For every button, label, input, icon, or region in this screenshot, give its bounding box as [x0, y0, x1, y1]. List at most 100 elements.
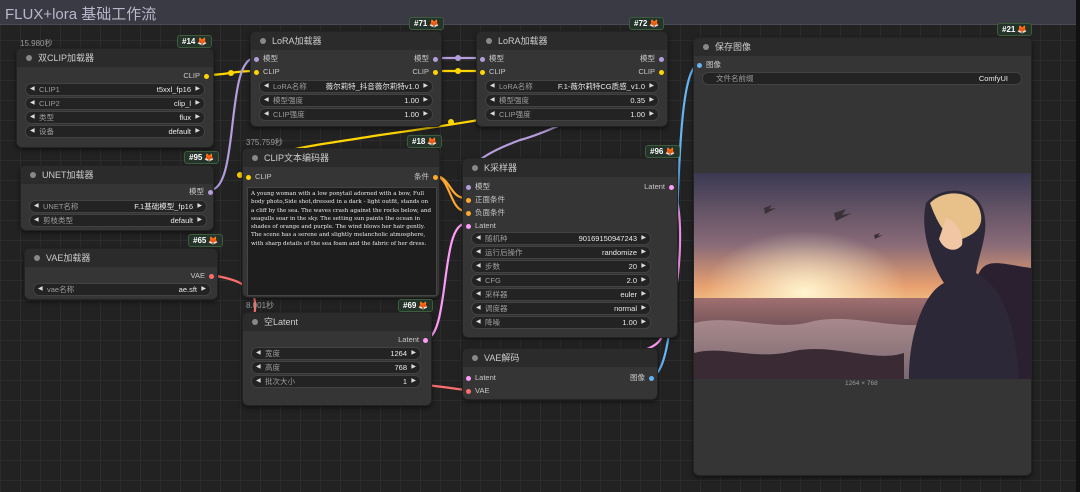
widget-type[interactable]: ◀ 类型 flux ▶ — [25, 111, 205, 124]
widget-model-strength[interactable]: ◀ 模型强度 0.35 ▶ — [485, 94, 659, 107]
arrow-right-icon[interactable]: ▶ — [641, 303, 646, 314]
node-title[interactable]: 空Latent — [243, 313, 431, 331]
input-clip[interactable]: CLIP — [246, 172, 272, 182]
arrow-left-icon[interactable]: ◀ — [490, 95, 495, 106]
slot-dot[interactable] — [433, 69, 438, 75]
slot-dot[interactable] — [697, 62, 702, 68]
node-save-image[interactable]: 保存图像 图像 文件名前缀 ComfyUI 1264 × 768 — [693, 37, 1032, 476]
slot-dot[interactable] — [659, 56, 664, 62]
slot-dot[interactable] — [466, 197, 471, 203]
arrow-left-icon[interactable]: ◀ — [256, 348, 261, 359]
node-vae-decode[interactable]: VAE解码 Latent VAE 图像 — [462, 348, 658, 400]
widget-width[interactable]: ◀ 宽度 1264 ▶ — [251, 347, 421, 360]
node-lora-loader-1[interactable]: LoRA加载器 模型 CLIP 模型 CLIP ◀ LoRA名称 薇尔莉特_抖音薇尔… — [250, 31, 442, 127]
node-title[interactable]: 保存图像 — [694, 38, 1031, 56]
input-negative[interactable]: 负面条件 — [466, 208, 505, 218]
arrow-left-icon[interactable]: ◀ — [490, 81, 495, 92]
prompt-textarea[interactable]: A young woman with a low ponytail adorne… — [247, 187, 437, 296]
output-latent[interactable]: Latent — [398, 335, 428, 345]
slot-dot[interactable] — [659, 69, 664, 75]
input-model[interactable]: 模型 — [480, 54, 504, 64]
widget-device[interactable]: ◀ 设备 default ▶ — [25, 125, 205, 138]
output-conditioning[interactable]: 条件 — [414, 172, 438, 182]
arrow-right-icon[interactable]: ▶ — [641, 261, 646, 272]
arrow-left-icon[interactable]: ◀ — [476, 289, 481, 300]
arrow-right-icon[interactable]: ▶ — [411, 362, 416, 373]
slot-dot[interactable] — [433, 174, 438, 180]
node-clip-text-encoder[interactable]: CLIP文本编码器 CLIP 条件 A young woman with a l… — [242, 148, 440, 298]
widget-clip-strength[interactable]: ◀ CLIP强度 1.00 ▶ — [485, 108, 659, 121]
widget-batch-size[interactable]: ◀ 批次大小 1 ▶ — [251, 375, 421, 388]
arrow-right-icon[interactable]: ▶ — [649, 109, 654, 120]
widget-clip-strength[interactable]: ◀ CLIP强度 1.00 ▶ — [259, 108, 433, 121]
output-latent[interactable]: Latent — [644, 182, 674, 192]
arrow-left-icon[interactable]: ◀ — [476, 303, 481, 314]
widget-model-strength[interactable]: ◀ 模型强度 1.00 ▶ — [259, 94, 433, 107]
node-title[interactable]: UNET加载器 — [21, 166, 213, 184]
arrow-left-icon[interactable]: ◀ — [476, 247, 481, 258]
slot-dot[interactable] — [466, 223, 471, 229]
collapse-dot[interactable] — [252, 319, 258, 325]
arrow-right-icon[interactable]: ▶ — [411, 376, 416, 387]
node-title[interactable]: LoRA加载器 — [477, 32, 667, 50]
input-latent[interactable]: Latent — [466, 373, 496, 383]
node-dualclip-loader[interactable]: 双CLIP加载器 CLIP ◀ CLIP1 t5xxl_fp16 ▶ ◀ CLIP2 cl… — [16, 48, 214, 148]
output-model[interactable]: 模型 — [640, 54, 664, 64]
arrow-right-icon[interactable]: ▶ — [195, 84, 200, 95]
collapse-dot[interactable] — [252, 155, 258, 161]
arrow-right-icon[interactable]: ▶ — [641, 247, 646, 258]
widget-sampler[interactable]: ◀ 采样器 euler ▶ — [471, 288, 651, 301]
arrow-left-icon[interactable]: ◀ — [256, 362, 261, 373]
arrow-left-icon[interactable]: ◀ — [476, 233, 481, 244]
arrow-left-icon[interactable]: ◀ — [264, 95, 269, 106]
widget-filename-prefix[interactable]: 文件名前缀 ComfyUI — [702, 72, 1022, 85]
arrow-left-icon[interactable]: ◀ — [30, 112, 35, 123]
slot-dot[interactable] — [649, 375, 654, 381]
node-lora-loader-2[interactable]: LoRA加载器 模型 CLIP 模型 CLIP ◀ LoRA名称 F.1-薇尔莉特C… — [476, 31, 668, 127]
arrow-left-icon[interactable]: ◀ — [490, 109, 495, 120]
arrow-right-icon[interactable]: ▶ — [649, 81, 654, 92]
arrow-left-icon[interactable]: ◀ — [264, 109, 269, 120]
arrow-left-icon[interactable]: ◀ — [30, 84, 35, 95]
widget-clip1[interactable]: ◀ CLIP1 t5xxl_fp16 ▶ — [25, 83, 205, 96]
collapse-dot[interactable] — [30, 172, 36, 178]
input-model[interactable]: 模型 — [466, 182, 490, 192]
slot-dot[interactable] — [466, 210, 471, 216]
output-clip[interactable]: CLIP — [638, 67, 664, 77]
node-title[interactable]: K采样器 — [463, 159, 677, 177]
slot-dot[interactable] — [246, 174, 251, 180]
node-title[interactable]: CLIP文本编码器 — [243, 149, 439, 167]
arrow-right-icon[interactable]: ▶ — [641, 233, 646, 244]
arrow-right-icon[interactable]: ▶ — [195, 126, 200, 137]
slot-dot[interactable] — [466, 388, 471, 394]
input-image[interactable]: 图像 — [697, 60, 721, 70]
widget-scheduler[interactable]: ◀ 调度器 normal ▶ — [471, 302, 651, 315]
widget-lora-name[interactable]: ◀ LoRA名称 F.1-薇尔莉特CG质感_v1.0 ▶ — [485, 80, 659, 93]
widget-prune-type[interactable]: ◀ 剪枝类型 default ▶ — [29, 214, 207, 227]
slot-dot[interactable] — [466, 184, 471, 190]
widget-seed[interactable]: ◀ 随机种 90169150947243 ▶ — [471, 232, 651, 245]
arrow-right-icon[interactable]: ▶ — [195, 98, 200, 109]
collapse-dot[interactable] — [26, 55, 32, 61]
widget-vae-name[interactable]: ◀ vae名称 ae.sft ▶ — [33, 283, 211, 296]
arrow-left-icon[interactable]: ◀ — [34, 215, 39, 226]
arrow-right-icon[interactable]: ▶ — [195, 112, 200, 123]
arrow-right-icon[interactable]: ▶ — [641, 275, 646, 286]
slot-dot[interactable] — [423, 337, 428, 343]
slot-dot[interactable] — [466, 375, 471, 381]
widget-lora-name[interactable]: ◀ LoRA名称 薇尔莉特_抖音薇尔莉特v1.0 ▶ — [259, 80, 433, 93]
widget-height[interactable]: ◀ 高度 768 ▶ — [251, 361, 421, 374]
arrow-left-icon[interactable]: ◀ — [476, 317, 481, 328]
node-empty-latent[interactable]: 空Latent Latent ◀ 宽度 1264 ▶ ◀ 高度 768 ▶ ◀ 批次大小 1 ▶ — [242, 312, 432, 406]
arrow-left-icon[interactable]: ◀ — [30, 126, 35, 137]
widget-clip2[interactable]: ◀ CLIP2 clip_l ▶ — [25, 97, 205, 110]
widget-denoise[interactable]: ◀ 降噪 1.00 ▶ — [471, 316, 651, 329]
collapse-dot[interactable] — [472, 165, 478, 171]
arrow-left-icon[interactable]: ◀ — [38, 284, 43, 295]
arrow-right-icon[interactable]: ▶ — [197, 201, 202, 212]
arrow-right-icon[interactable]: ▶ — [423, 81, 428, 92]
slot-dot[interactable] — [209, 273, 214, 279]
arrow-right-icon[interactable]: ▶ — [641, 289, 646, 300]
input-model[interactable]: 模型 — [254, 54, 278, 64]
arrow-right-icon[interactable]: ▶ — [411, 348, 416, 359]
